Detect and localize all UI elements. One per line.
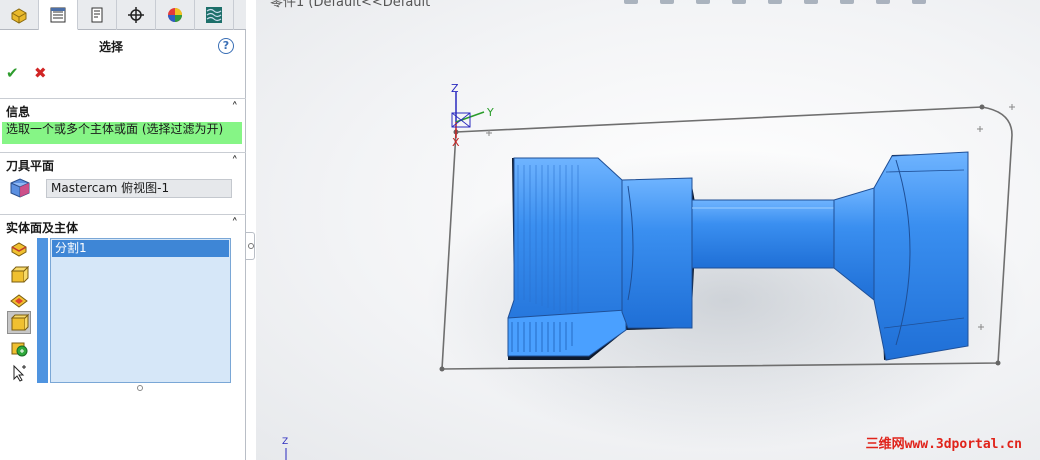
manager-tab-bar (0, 0, 246, 30)
tool-plane-cube-icon[interactable] (8, 176, 32, 200)
filter-faces-icon (10, 293, 28, 308)
graphics-viewport[interactable]: 零件1 (Default<<Default Z Y X Z 三维网www.3dp… (256, 0, 1040, 460)
info-message: 选取一个或多个主体或面 (选择过滤为开) (2, 122, 242, 144)
stock-vertex (439, 366, 445, 372)
info-section-title: 信息 (6, 105, 31, 119)
filter-faces-button[interactable] (7, 288, 31, 311)
corner-triad: Z (282, 437, 288, 460)
corner-triad-z-label: Z (282, 437, 288, 447)
featuremanager-tab[interactable] (0, 0, 39, 30)
panel-collapse-handle[interactable] (246, 232, 255, 260)
list-resize-handle[interactable] (137, 385, 143, 391)
ok-button[interactable]: ✔ (6, 64, 19, 82)
origin-triad: Z Y X (451, 82, 494, 149)
page-title: 选择 (98, 40, 123, 54)
help-icon[interactable]: ? (218, 38, 234, 54)
configuration-tab[interactable] (78, 0, 117, 30)
appearance-icon (168, 8, 182, 22)
filter-edges-icon (11, 241, 27, 257)
filter-features-button[interactable] (7, 336, 31, 359)
info-section-header[interactable]: 信息 ˄ (0, 98, 246, 120)
tool-plane-section-header[interactable]: 刀具平面 ˄ (0, 152, 246, 174)
model-scene: Z Y X Z (282, 82, 1026, 460)
selection-list-box[interactable]: 分割1 (50, 238, 231, 383)
watermark: 三维网www.3dportal.cn (865, 437, 1022, 452)
part-right-flange (873, 151, 969, 361)
filter-select-button[interactable] (7, 361, 31, 384)
configuration-icon (91, 7, 103, 23)
filter-bodies-button[interactable] (7, 311, 31, 334)
triad-x-label: X (452, 136, 460, 149)
triad-z-label: Z (451, 82, 459, 95)
filter-edges-button[interactable] (7, 238, 31, 261)
propertymanager-tab[interactable] (39, 0, 78, 30)
cam-layers-icon (206, 7, 222, 23)
crosshair-icon (128, 7, 144, 23)
filter-select-icon (13, 364, 26, 382)
collapse-icon[interactable]: ˄ (232, 101, 239, 116)
stock-vertex (979, 104, 985, 110)
part-icon (11, 8, 27, 24)
part-center-shaft (691, 199, 837, 269)
triad-y-label: Y (486, 106, 494, 119)
property-manager-panel: 选择 ? ✔ ✖ 信息 ˄ 选取一个或多个主体或面 (选择过滤为开) 刀具平面 … (0, 0, 246, 460)
solids-section-header[interactable]: 实体面及主体 ˄ (0, 214, 246, 236)
filter-bodies-icon (10, 313, 29, 330)
dimxpert-tab[interactable] (117, 0, 156, 30)
tool-plane-section-title: 刀具平面 (6, 159, 55, 173)
collapse-icon[interactable]: ˄ (232, 155, 239, 170)
selection-color-strip (37, 238, 48, 383)
solids-section-title: 实体面及主体 (6, 221, 79, 235)
cancel-button[interactable]: ✖ (34, 64, 47, 82)
cam-tab[interactable] (195, 0, 234, 30)
collapse-icon[interactable]: ˄ (232, 217, 239, 232)
list-item[interactable]: 分割1 (52, 240, 229, 257)
filter-features-icon (11, 342, 28, 356)
tool-plane-field[interactable]: Mastercam 俯视图-1 (46, 179, 232, 198)
filter-solid-bodies-icon (10, 265, 29, 282)
property-list-icon (50, 7, 66, 22)
filter-solid-bodies-button[interactable] (7, 263, 31, 286)
stock-vertex (995, 360, 1001, 366)
display-manager-tab[interactable] (156, 0, 195, 30)
